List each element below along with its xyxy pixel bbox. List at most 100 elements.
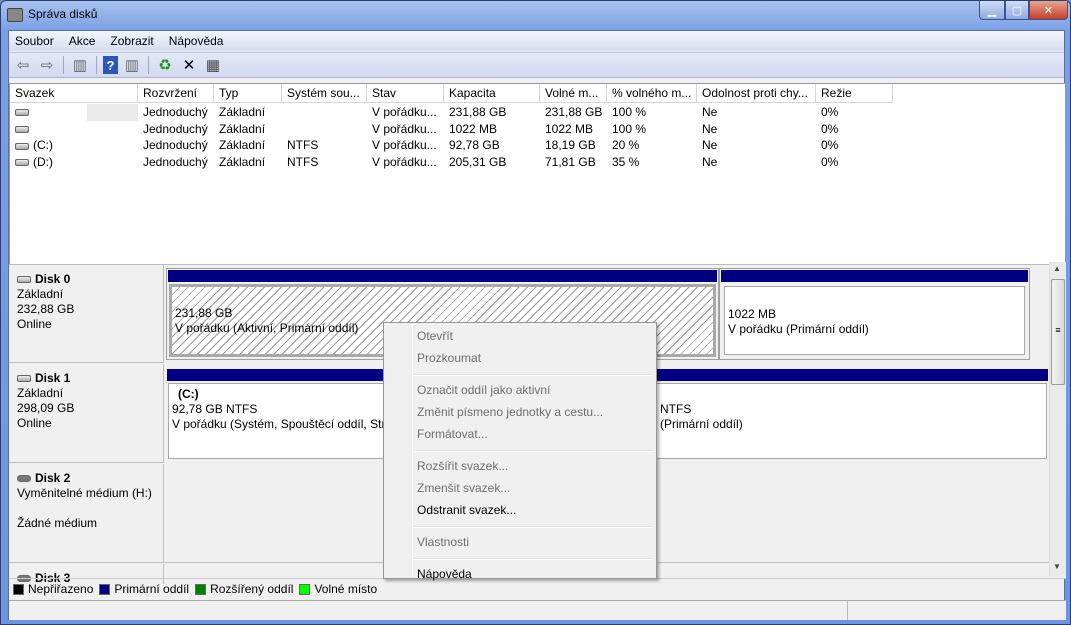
table-cell[interactable]: V pořádku... [367,137,444,154]
column-header[interactable]: % volného m... [607,84,697,103]
scroll-down-icon[interactable]: ▼ [1053,562,1061,571]
table-cell[interactable]: Jednoduchý [138,104,214,121]
menu-zobrazit[interactable]: Zobrazit [110,33,153,49]
table-cell[interactable]: 1022 MB [540,121,607,138]
table-cell[interactable]: Základní [214,104,282,121]
table-cell[interactable] [282,121,367,138]
context-menu-item[interactable]: Otevřít [417,326,453,346]
cell-text: 1022 MB [449,121,498,136]
cell-text: 0% [821,105,839,119]
show-hide-console-tree-icon[interactable]: ▥ [70,55,90,75]
table-cell[interactable]: 1022 MB [444,121,540,138]
menu-soubor[interactable]: Soubor [15,33,54,49]
column-header[interactable]: Odolnost proti chy... [697,84,816,103]
table-cell[interactable]: Jednoduchý [138,137,214,154]
table-cell[interactable]: V pořádku... [367,154,444,171]
column-header[interactable]: Kapacita [444,84,540,103]
table-cell[interactable]: V pořádku... [367,121,444,138]
table-cell[interactable]: (C:) [10,137,138,154]
disk-status: Online [17,317,52,331]
disk-icon [17,375,31,383]
column-header[interactable]: Stav [367,84,444,103]
disk-type: Základní [17,287,64,301]
cell-text: Základní [219,121,266,136]
cell-text: Základní [219,105,266,119]
table-cell[interactable]: 0% [816,104,893,121]
disk-1-info[interactable]: Disk 1 Základní 298,09 GB Online [9,364,164,463]
cell-text: (C:) [33,138,53,153]
table-cell[interactable] [282,104,367,121]
table-cell[interactable]: 231,88 GB [540,104,607,121]
table-cell[interactable]: 100 % [607,104,697,121]
help-icon[interactable]: ? [103,56,118,74]
context-menu-item[interactable]: Rozšířit svazek... [417,456,508,476]
context-menu-item[interactable]: Zmenšit svazek... [417,478,510,498]
disk-type: Základní [17,386,64,400]
table-cell[interactable]: Základní [214,137,282,154]
close-button[interactable]: ✕ [1029,1,1068,20]
properties-icon[interactable]: ▦ [203,55,223,75]
column-header[interactable]: Režie [816,84,893,103]
table-cell[interactable]: Základní [214,121,282,138]
partition-size: NTFS [660,402,692,416]
back-arrow-icon[interactable]: ⇦ [13,55,33,75]
table-cell[interactable]: NTFS [282,137,367,154]
table-cell[interactable]: V pořádku... [367,104,444,121]
table-cell[interactable]: Jednoduchý [138,154,214,171]
disk-2-info[interactable]: Disk 2 Vyměnitelné médium (H:) Žádné méd… [9,464,164,563]
delete-icon[interactable]: ✕ [179,55,199,75]
table-cell[interactable]: 100 % [607,121,697,138]
disk-0-info[interactable]: Disk 0 Základní 232,88 GB Online [9,265,164,363]
table-cell[interactable]: 35 % [607,154,697,171]
table-cell[interactable]: Ne [697,121,816,138]
menu-napoveda[interactable]: Nápověda [169,33,224,49]
partition-disk0-2[interactable]: 1022 MB V pořádku (Primární oddíl) [719,268,1030,360]
context-menu-item[interactable]: Formátovat... [417,424,488,444]
table-cell[interactable]: (D:) [10,154,138,171]
table-cell[interactable] [10,104,138,121]
cell-text: 1022 MB [545,121,594,136]
table-cell[interactable]: 0% [816,137,893,154]
context-menu-item[interactable]: Vlastnosti [417,532,469,552]
cell-text: Ne [702,105,718,119]
context-menu-item[interactable]: Odstranit svazek... [417,500,516,520]
table-cell[interactable]: 71,81 GB [540,154,607,171]
table-cell[interactable] [10,121,138,138]
table-cell[interactable]: 0% [816,154,893,171]
scroll-thumb[interactable]: ≡ [1051,279,1065,385]
show-hide-action-pane-icon[interactable]: ▥ [122,55,142,75]
column-header[interactable]: Rozvržení [138,84,214,103]
table-cell[interactable]: NTFS [282,154,367,171]
minimize-button[interactable]: ▁ [979,1,1005,20]
table-cell[interactable]: 205,31 GB [444,154,540,171]
context-menu-item[interactable]: Nápověda [417,564,472,584]
table-cell[interactable]: 20 % [607,137,697,154]
menu-bar: Soubor Akce Zobrazit Nápověda [9,31,1064,51]
table-cell[interactable]: 92,78 GB [444,137,540,154]
disk-status: Online [17,416,52,430]
table-cell[interactable]: 18,19 GB [540,137,607,154]
table-cell[interactable]: Ne [697,104,816,121]
maximize-button[interactable]: ▢ [1005,1,1029,20]
table-cell[interactable]: 231,88 GB [444,104,540,121]
menu-akce[interactable]: Akce [69,33,96,49]
cell-text: 231,88 GB [449,105,507,119]
context-menu-item[interactable]: Označit oddíl jako aktivní [417,380,550,400]
column-header[interactable]: Svazek [10,84,138,103]
table-cell[interactable]: Ne [697,137,816,154]
forward-arrow-icon[interactable]: ⇨ [37,55,57,75]
graph-scrollbar[interactable]: ▲ ≡ ▼ [1049,262,1066,576]
partition-body[interactable]: 1022 MB V pořádku (Primární oddíl) [724,286,1025,355]
scroll-up-icon[interactable]: ▲ [1053,264,1061,273]
column-header[interactable]: Typ [214,84,282,103]
column-header[interactable]: Systém sou... [282,84,367,103]
context-menu-item[interactable]: Změnit písmeno jednotky a cestu... [417,402,603,422]
table-cell[interactable]: Jednoduchý [138,121,214,138]
refresh-icon[interactable]: ♻ [155,55,175,75]
table-cell[interactable]: Ne [697,154,816,171]
cell-text: Jednoduchý [143,138,208,153]
table-cell[interactable]: 0% [816,121,893,138]
column-header[interactable]: Volné m... [540,84,607,103]
table-cell[interactable]: Základní [214,154,282,171]
context-menu-item[interactable]: Prozkoumat [417,348,481,368]
